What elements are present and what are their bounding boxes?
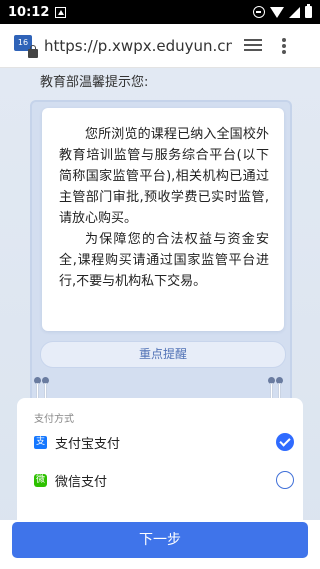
url-bar[interactable]: https://p.xwpx.eduyun.cn/	[44, 37, 232, 55]
page-title: 教育部温馨提示您:	[40, 75, 149, 90]
browser-toolbar: 16 https://p.xwpx.eduyun.cn/	[0, 24, 320, 68]
status-bar: 10:12	[0, 0, 320, 24]
highlight-button[interactable]: 重点提醒	[40, 341, 286, 368]
signal-icon	[289, 6, 300, 18]
overflow-menu-icon[interactable]	[282, 37, 286, 54]
lock-icon	[28, 44, 38, 58]
payment-option-wechat[interactable]: 微 微信支付	[34, 468, 296, 492]
payment-option-label: 支付宝支付	[55, 436, 121, 452]
notice-paragraph-1: 您所浏览的课程已纳入全国校外教育培训监管与服务综合平台(以下简称国家监管平台),…	[59, 127, 269, 226]
notification-icon	[55, 6, 67, 18]
alipay-icon: 支	[34, 435, 47, 449]
payment-option-alipay[interactable]: 支 支付宝支付	[34, 430, 296, 454]
wifi-icon	[270, 6, 284, 18]
payment-option-label: 微信支付	[55, 474, 108, 490]
page-content: 教育部温馨提示您: 您所浏览的课程已纳入全国校外教育培训监管与服务综合平台(以下…	[0, 68, 320, 569]
notice-paragraph-2: 为保障您的合法权益与资金安全,课程购买请通过国家监管平台进行,不要与机构私下交易…	[59, 232, 269, 289]
do-not-disturb-icon	[253, 6, 265, 18]
battery-icon	[305, 4, 312, 18]
payment-title: 支付方式	[34, 414, 74, 425]
status-icons	[253, 4, 312, 18]
notice-card: 您所浏览的课程已纳入全国校外教育培训监管与服务综合平台(以下简称国家监管平台),…	[42, 108, 284, 331]
site-security-icon[interactable]: 16	[14, 34, 38, 58]
radio-unchecked-icon[interactable]	[276, 471, 294, 489]
tabs-icon[interactable]	[244, 38, 262, 53]
next-step-button[interactable]: 下一步	[12, 522, 308, 558]
status-time: 10:12	[8, 4, 50, 20]
radio-checked-icon[interactable]	[276, 433, 294, 451]
wechat-icon: 微	[34, 473, 47, 487]
